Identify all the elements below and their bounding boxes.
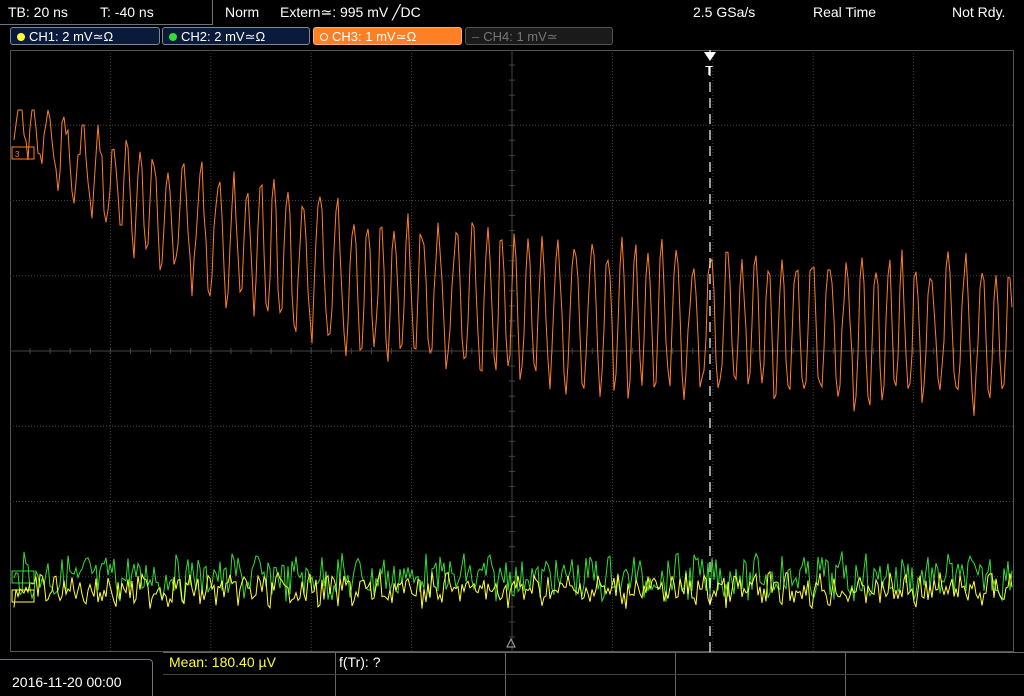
trigger-arrow-icon[interactable] — [704, 52, 716, 61]
channel-3-trace — [13, 109, 1013, 416]
channel-3-label: CH3: 1 mV≃Ω — [332, 29, 417, 44]
date-panel: 2016-11-20 00:00 — [0, 659, 153, 696]
divider — [163, 674, 1024, 675]
channel-bar: CH1: 2 mV≃Ω CH2: 2 mV≃Ω CH3: 1 mV≃Ω – CH4… — [0, 26, 1024, 48]
top-bar: TB: 20 ns T: -40 ns Norm Extern≃: 995 mV… — [0, 0, 1024, 26]
trigger-source: Extern≃: 995 mV ╱DC — [280, 4, 421, 20]
mean-measurement: Mean: 180.40 µV — [169, 654, 276, 670]
channel-4-button[interactable]: – CH4: 1 mV≃ — [465, 27, 613, 45]
channel-3-dot-icon — [320, 33, 328, 41]
acquisition-status[interactable]: Norm Extern≃: 995 mV ╱DC 2.5 GSa/s Real … — [215, 0, 1024, 22]
timebase-value: TB: 20 ns — [8, 4, 68, 20]
channel-3-button[interactable]: CH3: 1 mV≃Ω — [313, 27, 462, 45]
timebase-panel[interactable]: TB: 20 ns T: -40 ns — [0, 0, 213, 25]
channel-4-label: CH4: 1 mV≃ — [483, 29, 558, 44]
channel-3-ground-marker[interactable]: 3 — [11, 146, 35, 160]
channel-2-label: CH2: 2 mV≃Ω — [181, 29, 266, 44]
sample-rate: 2.5 GSa/s — [693, 4, 756, 20]
trigger-position: T: -40 ns — [100, 4, 154, 20]
center-marker-icon — [506, 637, 516, 648]
date-time: 2016-11-20 00:00 — [12, 674, 122, 690]
channel-4-off-icon: – — [472, 29, 480, 44]
trigger-mode: Norm — [225, 4, 260, 20]
channel-1-button[interactable]: CH1: 2 mV≃Ω — [10, 27, 160, 45]
channel-1-dot-icon — [17, 33, 25, 41]
acquisition-mode: Real Time — [813, 4, 877, 20]
channel-2-button[interactable]: CH2: 2 mV≃Ω — [162, 27, 310, 45]
measurement-panel[interactable]: Mean: 180.40 µV f(Tr): ? — [163, 652, 1024, 696]
graticule — [10, 50, 1014, 652]
channel-1-label: CH1: 2 mV≃Ω — [29, 29, 114, 44]
channel-2-dot-icon — [169, 33, 177, 41]
svg-text:3: 3 — [15, 150, 20, 159]
run-state: Not Rdy. — [952, 4, 1006, 20]
frequency-measurement: f(Tr): ? — [339, 654, 381, 670]
waveform-canvas[interactable]: T 3 — [10, 50, 1014, 652]
trigger-marker-label: T — [705, 63, 713, 78]
